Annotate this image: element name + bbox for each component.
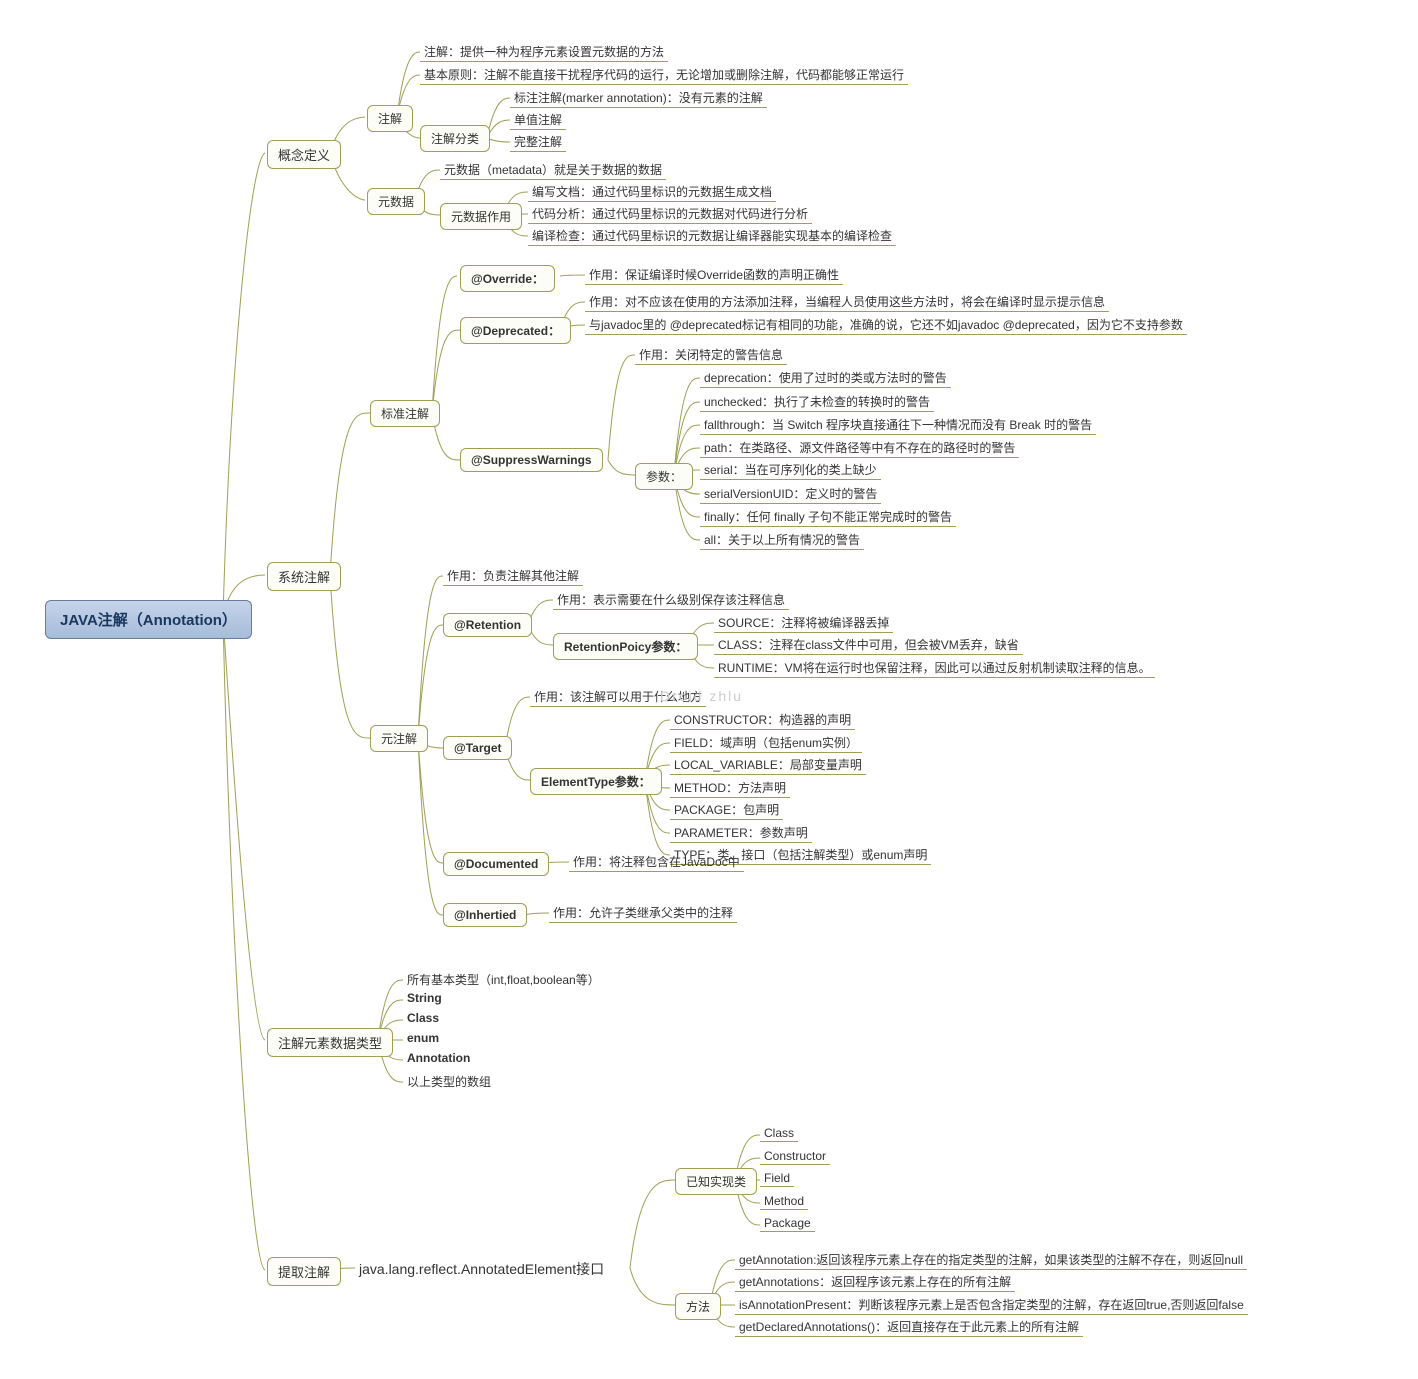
node-sw-uid: serialVersionUID：定义时的警告 xyxy=(700,484,881,504)
mindmap-container: JAVA注解（Annotation） 概念定义 注解 注解：提供一种为程序元素设… xyxy=(20,20,1418,1359)
node-std[interactable]: 标准注解 xyxy=(370,400,440,427)
node-dep-javadoc: 与javadoc里的 @deprecated标记有相同的功能，准确的说，它还不如… xyxy=(585,315,1187,335)
node-dt-prim: 所有基本类型（int,float,boolean等） xyxy=(403,970,604,989)
node-meta-annot[interactable]: 元注解 xyxy=(370,725,428,752)
node-meta-check: 编译检查：通过代码里标识的元数据让编译器能实现基本的编译检查 xyxy=(528,226,896,246)
node-datatypes[interactable]: 注解元素数据类型 xyxy=(267,1028,393,1057)
node-m-declared: getDeclaredAnnotations()：返回直接存在于此元素上的所有注… xyxy=(735,1317,1083,1337)
node-annot-single: 单值注解 xyxy=(510,110,566,130)
node-documented[interactable]: @Documented xyxy=(443,852,549,876)
node-k-method: Method xyxy=(760,1193,808,1210)
node-inh-use: 作用：允许子类继承父类中的注释 xyxy=(549,903,737,923)
node-metadata-use[interactable]: 元数据作用 xyxy=(440,203,522,230)
node-et-field: FIELD：域声明（包括enum实例） xyxy=(670,733,862,753)
node-ae: java.lang.reflect.AnnotatedElement接口 xyxy=(355,1258,608,1280)
node-concept[interactable]: 概念定义 xyxy=(267,140,341,169)
node-dt-class: Class xyxy=(403,1010,443,1026)
watermark: Droid zhlu xyxy=(660,688,743,704)
node-et-local: LOCAL_VARIABLE：局部变量声明 xyxy=(670,755,866,775)
node-sw-serial: serial：当在可序列化的类上缺少 xyxy=(700,460,881,480)
node-target[interactable]: @Target xyxy=(443,736,512,760)
node-meta-doc: 编写文档：通过代码里标识的元数据生成文档 xyxy=(528,182,776,202)
node-ret-params[interactable]: RetentionPoicy参数： xyxy=(553,633,698,660)
node-m-present: isAnnotationPresent：判断该程序元素上是否包含指定类型的注解，… xyxy=(735,1295,1248,1315)
node-annot-principle: 基本原则：注解不能直接干扰程序代码的运行，无论增加或删除注解，代码都能够正常运行 xyxy=(420,65,908,85)
node-dt-annot: Annotation xyxy=(403,1050,474,1066)
node-sw[interactable]: @SuppressWarnings xyxy=(460,448,603,472)
node-k-field: Field xyxy=(760,1170,794,1187)
node-sw-path: path：在类路径、源文件路径等中有不存在的路径时的警告 xyxy=(700,438,1019,458)
node-annot-cat[interactable]: 注解分类 xyxy=(420,125,490,152)
node-meta-analysis: 代码分析：通过代码里标识的元数据对代码进行分析 xyxy=(528,204,812,224)
node-k-constructor: Constructor xyxy=(760,1148,830,1165)
node-dt-array: 以上类型的数组 xyxy=(403,1072,495,1091)
node-ret-runtime: RUNTIME：VM将在运行时也保留注释，因此可以通过反射机制读取注释的信息。 xyxy=(714,658,1155,678)
node-metadata[interactable]: 元数据 xyxy=(367,188,425,215)
node-sw-finally: finally：任何 finally 子句不能正常完成时的警告 xyxy=(700,507,956,527)
node-sw-dep: deprecation：使用了过时的类或方法时的警告 xyxy=(700,368,951,388)
node-inherited[interactable]: @Inhertied xyxy=(443,903,527,927)
node-methods[interactable]: 方法 xyxy=(675,1293,721,1320)
node-target-params[interactable]: ElementType参数： xyxy=(530,768,662,795)
node-sw-unchecked: unchecked：执行了未检查的转换时的警告 xyxy=(700,392,934,412)
node-known[interactable]: 已知实现类 xyxy=(675,1168,757,1195)
node-et-param: PARAMETER：参数声明 xyxy=(670,823,812,843)
node-m-gets: getAnnotations：返回程序该元素上存在的所有注解 xyxy=(735,1272,1015,1292)
node-k-package: Package xyxy=(760,1215,815,1232)
node-meta-use: 作用：负责注解其他注解 xyxy=(443,566,583,586)
node-annot-full: 完整注解 xyxy=(510,132,566,152)
node-extract[interactable]: 提取注解 xyxy=(267,1257,341,1286)
node-sw-params[interactable]: 参数： xyxy=(635,463,693,490)
node-ret-class: CLASS：注释在class文件中可用，但会被VM丢弃，缺省 xyxy=(714,635,1023,655)
node-dt-enum: enum xyxy=(403,1030,443,1046)
node-override-use: 作用：保证编译时候Override函数的声明正确性 xyxy=(585,265,843,285)
node-et-package: PACKAGE：包声明 xyxy=(670,800,783,820)
node-override[interactable]: @Override： xyxy=(460,265,555,292)
node-dt-string: String xyxy=(403,990,446,1006)
node-deprecated[interactable]: @Deprecated： xyxy=(460,317,571,344)
node-retention[interactable]: @Retention xyxy=(443,613,532,637)
node-annot-def: 注解：提供一种为程序元素设置元数据的方法 xyxy=(420,42,668,62)
node-metadata-def: 元数据（metadata）就是关于数据的数据 xyxy=(440,160,666,180)
node-et-constructor: CONSTRUCTOR：构造器的声明 xyxy=(670,710,855,730)
node-annot-marker: 标注注解(marker annotation)：没有元素的注解 xyxy=(510,88,767,108)
node-sys[interactable]: 系统注解 xyxy=(267,562,341,591)
node-sw-all: all：关于以上所有情况的警告 xyxy=(700,530,864,550)
node-sw-use: 作用：关闭特定的警告信息 xyxy=(635,345,787,365)
node-annot[interactable]: 注解 xyxy=(367,105,413,132)
root-node[interactable]: JAVA注解（Annotation） xyxy=(45,600,252,639)
node-ret-use: 作用：表示需要在什么级别保存该注释信息 xyxy=(553,590,789,610)
node-ret-source: SOURCE：注释将被编译器丢掉 xyxy=(714,613,893,633)
node-m-get: getAnnotation:返回该程序元素上存在的指定类型的注解，如果该类型的注… xyxy=(735,1250,1247,1270)
node-dep-use: 作用：对不应该在使用的方法添加注释，当编程人员使用这些方法时，将会在编译时显示提… xyxy=(585,292,1109,312)
node-doc-use: 作用：将注释包含在JavaDoc中 xyxy=(569,852,744,872)
node-k-class: Class xyxy=(760,1125,798,1142)
node-sw-fall: fallthrough：当 Switch 程序块直接通往下一种情况而没有 Bre… xyxy=(700,415,1096,435)
node-et-method: METHOD：方法声明 xyxy=(670,778,790,798)
